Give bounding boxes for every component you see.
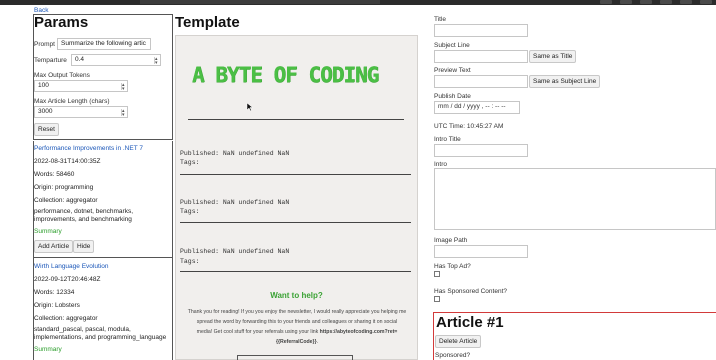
- footer-line: spread the word by forwarding this to yo…: [196, 319, 398, 325]
- hide-button[interactable]: Hide: [73, 240, 95, 253]
- article-date: 2022-09-12T20:46:48Z: [34, 276, 101, 283]
- newsletter-logo: A BYTE OF CODING: [192, 63, 379, 87]
- temperature-input[interactable]: 0.4: [71, 54, 161, 66]
- max-article-label: Max Article Length (chars): [34, 98, 110, 105]
- divider: [180, 222, 411, 223]
- entry-tags: Tags:: [180, 258, 200, 265]
- article-origin: Origin: programming: [34, 184, 94, 191]
- top-ad-checkbox[interactable]: [434, 271, 440, 277]
- subject-input[interactable]: [434, 50, 528, 63]
- footer-line: {{ReferralCode}}.: [177, 337, 417, 347]
- divider: [180, 174, 411, 175]
- article-words: Words: 12334: [34, 289, 75, 296]
- entry-published: Published: NaN undefined NaN: [180, 248, 290, 255]
- publish-date-input[interactable]: mm / dd / yyyy , -- : -- --: [434, 101, 520, 114]
- title-label: Title: [434, 16, 447, 23]
- preview-label: Preview Text: [434, 67, 471, 74]
- footer-text: Thank you for reading! If you you enjoy …: [177, 307, 417, 347]
- footer-text-segment: .: [316, 339, 319, 345]
- subject-label: Subject Line: [434, 42, 470, 49]
- max-output-label: Max Output Tokens: [34, 72, 90, 79]
- footer-line: media! Get cool stuff for your referrals…: [177, 327, 417, 337]
- article-title-link[interactable]: Wirth Language Evolution: [34, 263, 108, 270]
- temperature-value: 0.4: [75, 56, 85, 63]
- article-title-link[interactable]: Performance Improvements in .NET 7: [34, 145, 143, 152]
- same-as-title-button[interactable]: Same as Title: [529, 50, 577, 63]
- extension-icon[interactable]: [640, 0, 652, 4]
- divider: [33, 257, 173, 258]
- intro-title-label: Intro Title: [434, 136, 461, 143]
- extension-icon[interactable]: [680, 0, 692, 4]
- subscribe-button[interactable]: [237, 355, 353, 360]
- browser-toolbar: [0, 0, 716, 5]
- footer-text-segment: media! Get cool stuff for your referrals…: [196, 329, 320, 335]
- template-title: Template: [175, 14, 240, 31]
- reset-button[interactable]: Reset: [34, 123, 59, 136]
- entry-published: Published: NaN undefined NaN: [180, 199, 290, 206]
- add-article-button[interactable]: Add Article: [34, 240, 74, 253]
- prompt-input[interactable]: Summarize the following artic: [57, 38, 151, 50]
- article-heading: Article #1: [436, 314, 504, 331]
- sponsored-label: Has Sponsored Content?: [434, 288, 507, 295]
- publish-date-label: Publish Date: [434, 93, 471, 100]
- referral-code: {{ReferralCode}}: [275, 339, 317, 345]
- prompt-label: Prompt: [34, 41, 55, 48]
- title-input[interactable]: [434, 24, 528, 37]
- max-article-value: 3000: [38, 108, 53, 115]
- extension-icon[interactable]: [660, 0, 672, 4]
- article-words: Words: 58460: [34, 171, 75, 178]
- article-tags: standard_pascal, pascal, modula, impleme…: [34, 326, 167, 341]
- entry-tags: Tags:: [180, 159, 200, 166]
- want-help-heading: Want to help?: [270, 291, 323, 300]
- address-bar[interactable]: [140, 0, 380, 4]
- max-article-input[interactable]: 3000: [34, 106, 128, 118]
- max-output-input[interactable]: 100: [34, 80, 128, 92]
- stepper-icon[interactable]: [121, 81, 125, 91]
- temperature-label: Temparture: [34, 57, 67, 64]
- params-title: Params: [34, 14, 89, 31]
- intro-textarea[interactable]: [434, 168, 716, 230]
- divider: [180, 271, 411, 272]
- extension-icon[interactable]: [600, 0, 612, 4]
- utc-time: UTC Time: 10:45:27 AM: [434, 123, 504, 130]
- summary-toggle[interactable]: Summary: [34, 346, 62, 353]
- image-path-input[interactable]: [434, 245, 528, 258]
- max-output-value: 100: [38, 82, 49, 89]
- stepper-icon[interactable]: [154, 55, 158, 65]
- delete-article-button[interactable]: Delete Article: [435, 335, 482, 348]
- article-collection: Collection: aggregator: [34, 197, 98, 204]
- article-origin: Origin: Lobsters: [34, 302, 80, 309]
- intro-label: Intro: [434, 161, 448, 168]
- menu-icon[interactable]: [700, 0, 712, 4]
- sponsored-checkbox[interactable]: [434, 296, 440, 302]
- entry-tags: Tags:: [180, 208, 200, 215]
- article-tags: performance, dotnet, benchmarks, improve…: [34, 208, 133, 223]
- back-link[interactable]: Back: [34, 7, 48, 14]
- stepper-icon[interactable]: [121, 107, 125, 117]
- article-date: 2022-08-31T14:00:35Z: [34, 158, 101, 165]
- divider: [188, 119, 404, 120]
- extension-icon[interactable]: [620, 0, 632, 4]
- footer-line: Thank you for reading! If you you enjoy …: [187, 309, 407, 315]
- article-collection: Collection: aggregator: [34, 315, 98, 322]
- same-as-subject-button[interactable]: Same as Subject Line: [529, 75, 601, 88]
- cursor-icon: [246, 103, 253, 112]
- entry-published: Published: NaN undefined NaN: [180, 150, 290, 157]
- referral-link[interactable]: https://abyteofcoding.com?ret=: [320, 329, 398, 335]
- sponsored-question: Sponsored?: [435, 352, 471, 359]
- summary-toggle[interactable]: Summary: [34, 228, 62, 235]
- top-ad-label: Has Top Ad?: [434, 263, 471, 270]
- image-path-label: Image Path: [434, 237, 468, 244]
- preview-input[interactable]: [434, 75, 528, 88]
- intro-title-input[interactable]: [434, 144, 528, 157]
